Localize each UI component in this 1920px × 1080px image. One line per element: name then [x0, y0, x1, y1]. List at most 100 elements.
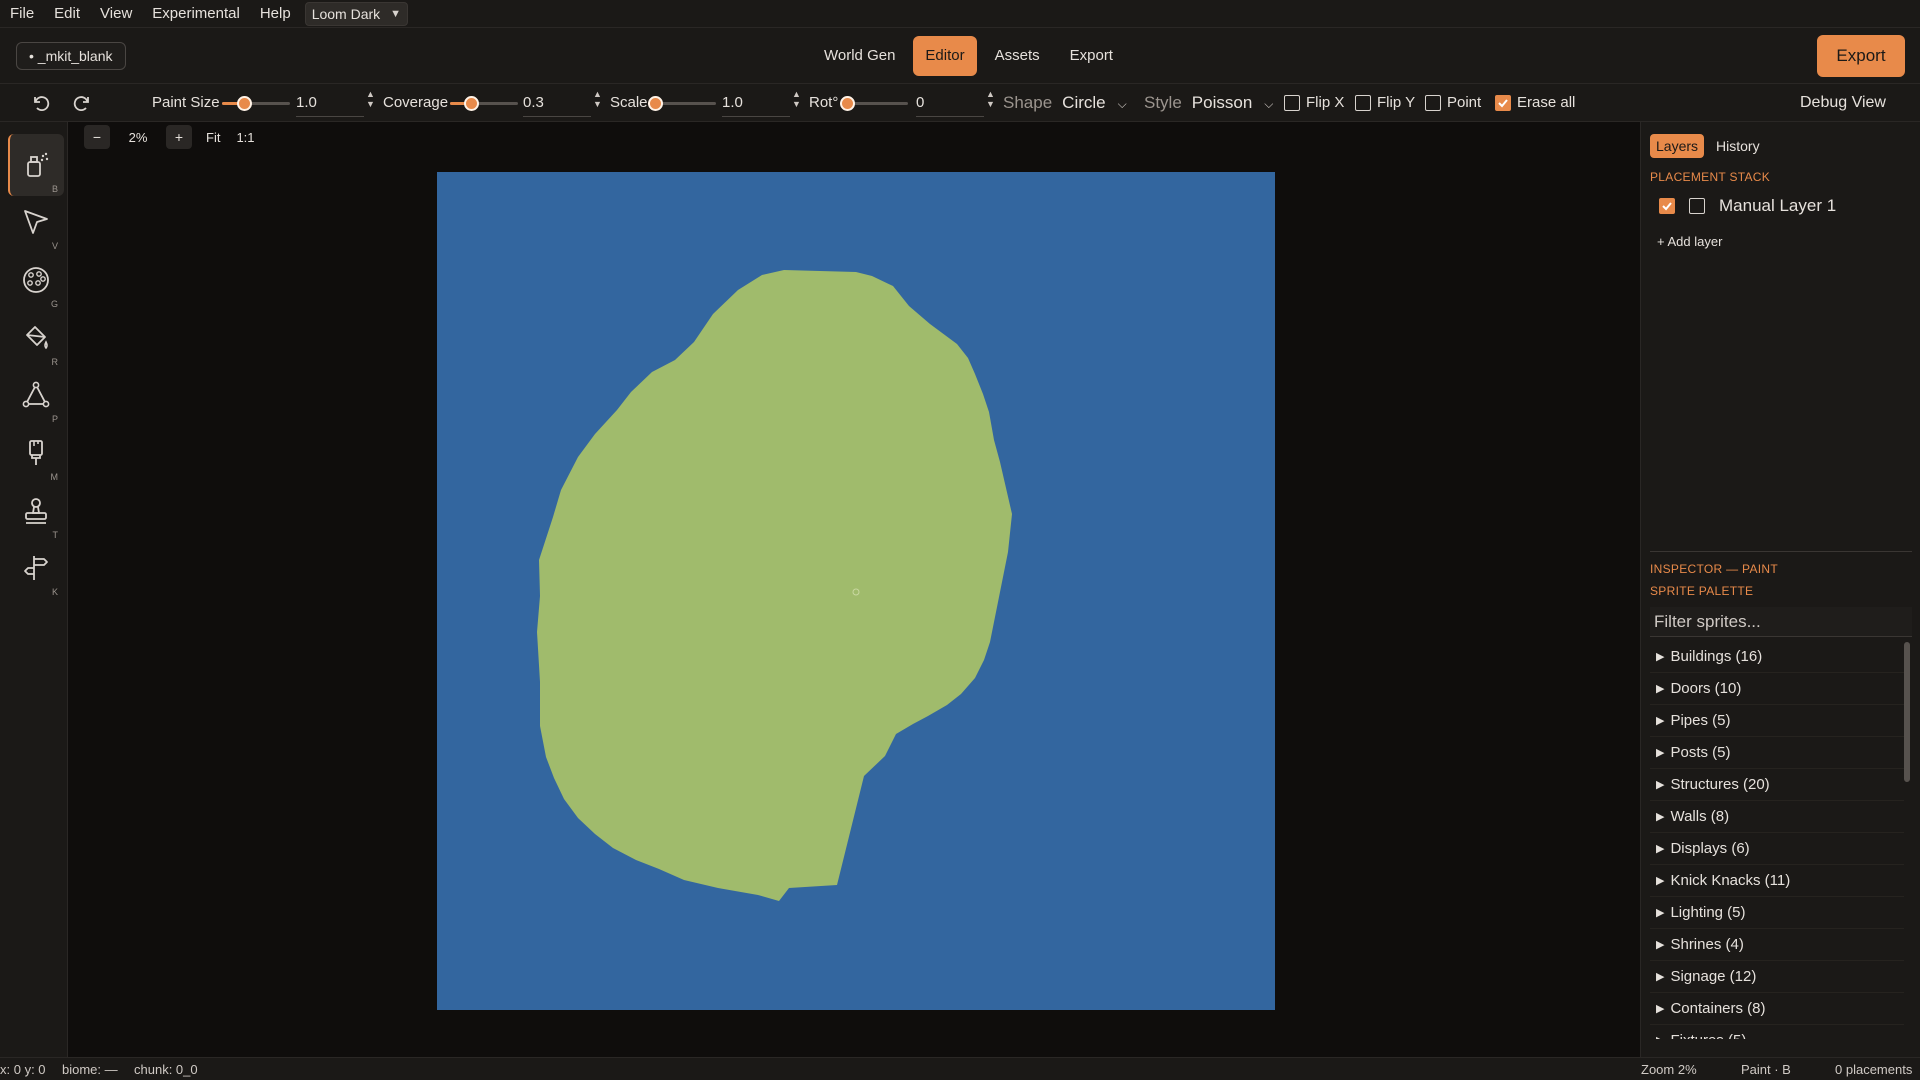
- sprite-category-buildings[interactable]: ▶ Buildings (16): [1650, 641, 1904, 673]
- sprite-category-walls[interactable]: ▶ Walls (8): [1650, 801, 1904, 833]
- coverage-slider[interactable]: [450, 96, 518, 111]
- rotation-slider[interactable]: [840, 96, 908, 111]
- mode-tabs: World Gen Editor Assets Export: [812, 36, 1125, 76]
- tab-world-gen[interactable]: World Gen: [812, 36, 907, 76]
- stamp-tool[interactable]: T: [8, 480, 64, 542]
- sprite-category-doors[interactable]: ▶ Doors (10): [1650, 673, 1904, 705]
- paint-size-label: Paint Size: [152, 94, 220, 111]
- scatter-tool[interactable]: G: [8, 249, 64, 311]
- coverage-stepper[interactable]: ▲ ▼: [593, 89, 602, 109]
- filter-sprites-input[interactable]: [1650, 607, 1912, 637]
- export-button[interactable]: Export: [1817, 35, 1905, 77]
- menu-view[interactable]: View: [90, 0, 142, 28]
- triangle-right-icon: ▶: [1656, 778, 1665, 791]
- triangle-right-icon: ▶: [1656, 906, 1665, 919]
- stamp-icon: [25, 498, 47, 524]
- redo-icon[interactable]: [73, 93, 93, 113]
- zoom-fit-button[interactable]: Fit: [206, 130, 220, 145]
- erase-all-checkbox[interactable]: Erase all: [1495, 94, 1575, 111]
- undo-icon[interactable]: [30, 93, 50, 113]
- paint-size-slider[interactable]: [222, 96, 290, 111]
- debug-view-button[interactable]: Debug View: [1800, 94, 1886, 112]
- layer-visible-checkbox[interactable]: [1659, 198, 1675, 214]
- flip-x-checkbox[interactable]: Flip X: [1284, 94, 1344, 111]
- zoom-actual-button[interactable]: 1:1: [236, 130, 254, 145]
- flip-y-checkbox[interactable]: Flip Y: [1355, 94, 1415, 111]
- paint-size-stepper[interactable]: ▲ ▼: [366, 89, 375, 109]
- zoom-out-button[interactable]: −: [84, 125, 110, 149]
- menu-edit[interactable]: Edit: [44, 0, 90, 28]
- layer-name[interactable]: Manual Layer 1: [1719, 196, 1836, 216]
- sprite-category-list: ▶ Buildings (16) ▶ Doors (10) ▶ Pipes (5) ▶…: [1650, 641, 1904, 1039]
- checkmark-icon: [1498, 98, 1508, 107]
- zoom-in-button[interactable]: +: [166, 125, 192, 149]
- zoom-controls: − 2% + Fit 1:1: [84, 125, 255, 149]
- sprite-category-containers[interactable]: ▶ Containers (8): [1650, 993, 1904, 1025]
- node-path-icon: [22, 381, 50, 408]
- sprite-palette-heading: SPRITE PALETTE: [1650, 584, 1754, 598]
- sprite-category-signage[interactable]: ▶ Signage (12): [1650, 961, 1904, 993]
- coverage-value[interactable]: 0.3: [523, 89, 591, 117]
- sprite-category-label: Posts (5): [1670, 743, 1731, 761]
- sprite-category-displays[interactable]: ▶ Displays (6): [1650, 833, 1904, 865]
- sprite-category-label: Structures (20): [1670, 775, 1770, 793]
- status-mode: Paint · B: [1741, 1062, 1791, 1077]
- scale-slider[interactable]: [648, 96, 716, 111]
- fill-tool[interactable]: R: [8, 307, 64, 369]
- menu-help[interactable]: Help: [250, 0, 301, 28]
- checkbox-box[interactable]: [1495, 94, 1511, 111]
- slider-knob[interactable]: [648, 96, 663, 111]
- sprite-category-structures[interactable]: ▶ Structures (20): [1650, 769, 1904, 801]
- menu-experimental[interactable]: Experimental: [142, 0, 250, 28]
- sprite-category-pipes[interactable]: ▶ Pipes (5): [1650, 705, 1904, 737]
- sprite-category-lighting[interactable]: ▶ Lighting (5): [1650, 897, 1904, 929]
- tab-editor[interactable]: Editor: [913, 36, 977, 76]
- checkbox-box[interactable]: [1284, 94, 1300, 111]
- sprite-category-label: Containers (8): [1670, 999, 1766, 1017]
- checkbox-box[interactable]: [1355, 94, 1371, 111]
- sprite-category-fixtures[interactable]: ▶ Fixtures (5): [1650, 1025, 1904, 1040]
- marker-tool[interactable]: M: [8, 422, 64, 484]
- checkbox-box[interactable]: [1425, 94, 1441, 111]
- tab-history[interactable]: History: [1710, 134, 1766, 158]
- shape-dropdown[interactable]: Shape Circle ⌵: [1003, 93, 1127, 113]
- select-tool[interactable]: V: [8, 191, 64, 253]
- layer-lock-checkbox[interactable]: [1689, 198, 1705, 214]
- point-label: Point: [1447, 94, 1482, 111]
- tool-rail: B V G R P M T K: [0, 122, 68, 1057]
- slider-knob[interactable]: [464, 96, 479, 111]
- flip-y-label: Flip Y: [1377, 94, 1416, 111]
- sprite-category-shrines[interactable]: ▶ Shrines (4): [1650, 929, 1904, 961]
- layer-row[interactable]: Manual Layer 1: [1659, 196, 1836, 216]
- sprite-list-scrollbar[interactable]: [1904, 642, 1910, 782]
- signpost-tool[interactable]: K: [8, 537, 64, 599]
- scale-stepper[interactable]: ▲ ▼: [792, 89, 801, 109]
- brush-tool[interactable]: B: [8, 134, 64, 196]
- rotation-value[interactable]: 0: [916, 89, 984, 117]
- sprite-category-label: Lighting (5): [1670, 903, 1746, 921]
- theme-select[interactable]: Loom Dark ▼: [304, 1, 409, 26]
- map-canvas-viewport[interactable]: − 2% + Fit 1:1: [68, 122, 1640, 1057]
- chevron-down-icon: ⌵: [1117, 97, 1127, 111]
- brush-toolbar: Paint Size 1.0 ▲ ▼ Coverage 0.3 ▲ ▼ Scale …: [0, 84, 1920, 122]
- sprite-category-knick-knacks[interactable]: ▶ Knick Knacks (11): [1650, 865, 1904, 897]
- slider-knob[interactable]: [840, 96, 855, 111]
- tab-assets[interactable]: Assets: [983, 36, 1052, 76]
- style-dropdown[interactable]: Style Poisson ⌵: [1144, 93, 1273, 113]
- scale-label: Scale: [610, 94, 648, 111]
- world-map[interactable]: [437, 172, 1275, 1010]
- add-layer-button[interactable]: + Add layer: [1657, 234, 1722, 249]
- tab-layers[interactable]: Layers: [1650, 134, 1705, 158]
- menu-file[interactable]: File: [0, 0, 44, 28]
- panel-tabs: Layers History: [1650, 134, 1766, 158]
- slider-knob[interactable]: [237, 96, 252, 111]
- tab-export[interactable]: Export: [1058, 36, 1125, 76]
- sprite-category-posts[interactable]: ▶ Posts (5): [1650, 737, 1904, 769]
- sprite-category-label: Signage (12): [1670, 967, 1757, 985]
- rotation-stepper[interactable]: ▲ ▼: [986, 89, 995, 109]
- path-tool[interactable]: P: [8, 364, 64, 426]
- document-name-chip[interactable]: • _mkit_blank: [16, 42, 126, 70]
- scale-value[interactable]: 1.0: [722, 89, 790, 117]
- paint-size-value[interactable]: 1.0: [296, 89, 364, 117]
- point-checkbox[interactable]: Point: [1425, 94, 1481, 111]
